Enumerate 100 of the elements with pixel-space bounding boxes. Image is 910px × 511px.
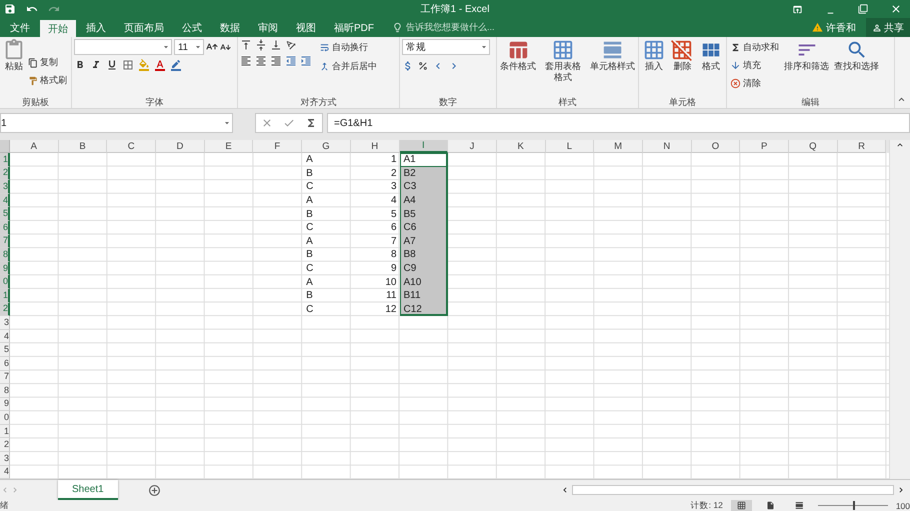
column-header[interactable]: O <box>692 140 740 153</box>
zoom-thumb[interactable] <box>852 501 855 510</box>
row-header[interactable]: 4 <box>0 194 10 208</box>
ribbon-tab[interactable]: 公式 <box>174 18 210 37</box>
ribbon-tab[interactable]: 审阅 <box>250 18 286 37</box>
ribbon-display-icon[interactable] <box>792 3 803 15</box>
sort-filter-button[interactable]: 排序和筛选 <box>783 39 830 96</box>
user-name[interactable]: 许香和 <box>826 20 856 34</box>
share-button[interactable]: 共享 <box>866 18 910 37</box>
row-header[interactable]: 2 <box>0 166 10 180</box>
fill-button[interactable]: 填充 <box>729 57 780 74</box>
font-color-icon[interactable] <box>154 59 166 71</box>
paste-button[interactable]: 粘贴 <box>2 39 26 96</box>
find-select-button[interactable]: 查找和选择 <box>833 39 880 96</box>
format-button[interactable]: 格式 <box>698 39 723 96</box>
underline-icon[interactable] <box>106 59 118 71</box>
cancel-icon[interactable] <box>261 117 273 129</box>
ribbon-tab[interactable]: 数据 <box>212 18 248 37</box>
column-header[interactable]: E <box>204 140 254 153</box>
column-header[interactable]: F <box>253 140 302 153</box>
row-header[interactable]: 0 <box>0 411 10 425</box>
column-header[interactable]: M <box>594 140 643 153</box>
align-top-icon[interactable] <box>240 39 252 51</box>
format-painter-button[interactable]: 格式刷 <box>27 72 68 89</box>
vertical-scrollbar[interactable] <box>889 140 910 479</box>
orientation-icon[interactable] <box>285 39 297 51</box>
row-header[interactable]: 5 <box>0 343 10 357</box>
fill-color-icon[interactable] <box>138 59 150 71</box>
name-box[interactable]: 1 <box>0 113 233 133</box>
ribbon-tab[interactable]: 视图 <box>288 18 324 37</box>
ribbon-tab[interactable]: 页面布局 <box>116 18 172 37</box>
row-header[interactable]: 3 <box>0 180 10 194</box>
borders-icon[interactable] <box>122 59 134 71</box>
column-header[interactable]: G <box>302 140 351 153</box>
column-header[interactable]: C <box>107 140 156 153</box>
row-header[interactable]: 7 <box>0 370 10 384</box>
row-header[interactable]: 6 <box>0 356 10 370</box>
row-header[interactable]: 3 <box>0 452 10 466</box>
row-header[interactable]: 7 <box>0 234 10 248</box>
column-header[interactable]: B <box>58 140 108 153</box>
percent-icon[interactable] <box>418 61 428 71</box>
row-header[interactable]: 1 <box>0 153 10 167</box>
function-icon[interactable] <box>305 117 317 129</box>
row-header[interactable]: 0 <box>0 275 10 289</box>
italic-icon[interactable] <box>90 59 102 71</box>
row-header[interactable]: 4 <box>0 466 10 479</box>
align-left-icon[interactable] <box>240 55 252 67</box>
column-header[interactable]: H <box>350 140 400 153</box>
column-header[interactable]: Q <box>789 140 838 153</box>
column-header[interactable]: J <box>448 140 497 153</box>
delete-button[interactable]: 删除 <box>670 39 694 96</box>
ribbon-tab[interactable]: 插入 <box>78 18 114 37</box>
row-header[interactable]: 9 <box>0 262 10 276</box>
close-icon[interactable] <box>890 3 902 15</box>
row-header[interactable]: 3 <box>0 316 10 330</box>
column-header[interactable]: P <box>740 140 789 153</box>
cell-styles-button[interactable]: 单元格样式 <box>589 39 636 96</box>
conditional-format-button[interactable]: 条件格式 <box>499 39 537 96</box>
clear-button[interactable]: 清除 <box>729 75 780 92</box>
row-header[interactable]: 4 <box>0 330 10 344</box>
save-icon[interactable] <box>4 3 16 15</box>
align-bottom-icon[interactable] <box>270 39 282 51</box>
row-header[interactable]: 1 <box>0 288 10 303</box>
align-middle-icon[interactable] <box>255 39 267 51</box>
column-header[interactable]: R <box>838 140 886 153</box>
row-header[interactable]: 6 <box>0 220 10 235</box>
font-size-field[interactable]: 11 <box>174 39 204 55</box>
row-header[interactable]: 9 <box>0 398 10 412</box>
normal-view-icon[interactable] <box>730 500 752 511</box>
column-header[interactable]: D <box>156 140 205 153</box>
row-header[interactable]: 1 <box>0 424 10 438</box>
font-name-field[interactable] <box>74 39 172 55</box>
row-header[interactable]: 2 <box>0 302 10 316</box>
indent-increase-icon[interactable] <box>300 55 312 67</box>
add-sheet-icon[interactable] <box>148 484 161 496</box>
ribbon-tab[interactable]: 开始 <box>40 20 76 37</box>
merge-center-button[interactable]: 合并后居中 <box>318 58 378 75</box>
formula-field[interactable]: =G1&H1 <box>327 113 910 133</box>
tell-me-field[interactable]: 告诉我您想要做什么... <box>406 21 495 34</box>
row-header[interactable]: 8 <box>0 248 10 262</box>
align-center-icon[interactable] <box>255 55 267 67</box>
align-right-icon[interactable] <box>270 55 282 67</box>
shrink-font-icon[interactable] <box>220 42 231 52</box>
number-format-field[interactable]: 常规 <box>402 39 490 55</box>
ribbon-tab[interactable]: 文件 <box>2 18 38 37</box>
insert-button[interactable]: 插入 <box>642 39 666 96</box>
copy-button[interactable]: 复制 <box>27 54 68 71</box>
column-header[interactable]: N <box>642 140 692 153</box>
ribbon-tab[interactable]: 福昕PDF <box>326 18 382 37</box>
row-header[interactable]: 5 <box>0 207 10 221</box>
restore-icon[interactable] <box>858 3 868 15</box>
indent-decrease-icon[interactable] <box>285 55 297 67</box>
column-header[interactable]: L <box>546 140 594 153</box>
autosum-button[interactable]: 自动求和 <box>729 39 780 56</box>
sheet-tab[interactable]: Sheet1 <box>58 480 118 500</box>
wrap-text-button[interactable]: 自动换行 <box>318 39 378 56</box>
column-header[interactable]: K <box>496 140 546 153</box>
enter-icon[interactable] <box>283 117 295 129</box>
row-header[interactable]: 8 <box>0 384 10 398</box>
row-header[interactable]: 2 <box>0 438 10 452</box>
